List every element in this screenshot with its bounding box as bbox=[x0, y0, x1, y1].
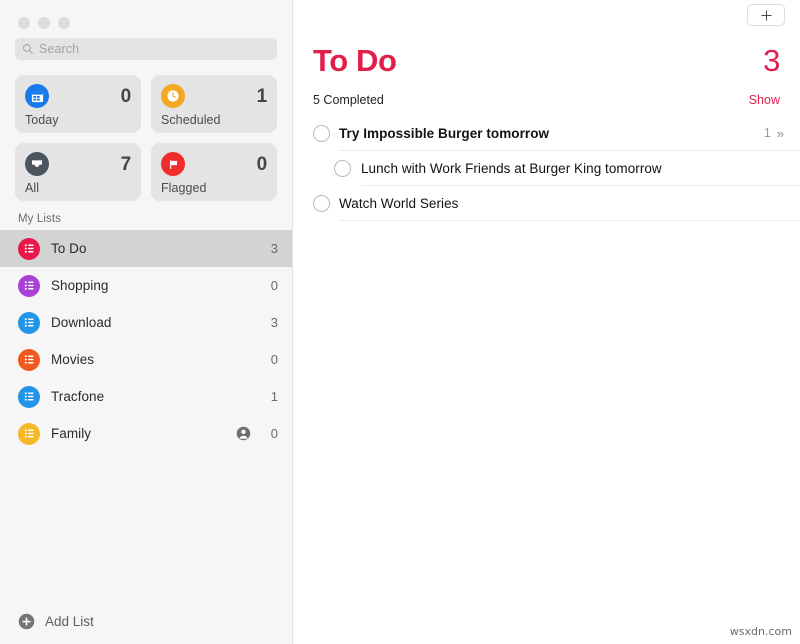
list-header: To Do 3 bbox=[293, 30, 800, 79]
search-icon bbox=[23, 44, 33, 54]
sidebar-list-download-label: Download bbox=[51, 315, 112, 330]
sidebar-list-movies[interactable]: Movies 0 bbox=[0, 341, 292, 378]
sidebar-list-download[interactable]: Download 3 bbox=[0, 304, 292, 341]
traffic-lights bbox=[0, 0, 292, 34]
my-lists: To Do 3 Shopping 0 Download 3 Movies 0 T… bbox=[0, 230, 292, 452]
task-body: Lunch with Work Friends at Burger King t… bbox=[361, 151, 800, 186]
list-bullet-icon bbox=[18, 237, 40, 260]
sidebar-list-family-count: 0 bbox=[270, 426, 278, 441]
smart-list-flagged[interactable]: 0 Flagged bbox=[151, 143, 277, 201]
smart-list-flagged-count: 0 bbox=[256, 153, 268, 175]
task-checkbox[interactable] bbox=[334, 160, 351, 177]
smart-list-scheduled-label: Scheduled bbox=[161, 113, 221, 127]
sidebar-list-tracfone[interactable]: Tracfone 1 bbox=[0, 378, 292, 415]
plus-icon bbox=[760, 9, 772, 21]
sidebar-list-movies-count: 0 bbox=[270, 352, 278, 367]
smart-list-flagged-top: 0 bbox=[161, 151, 267, 177]
completed-row: 5 Completed Show bbox=[293, 79, 800, 116]
list-bullet-icon bbox=[18, 274, 40, 297]
task-title: Try Impossible Burger tomorrow bbox=[339, 125, 550, 141]
task-body: Watch World Series bbox=[339, 186, 800, 221]
shared-person-icon bbox=[236, 426, 251, 441]
smart-list-scheduled-top: 1 bbox=[161, 83, 267, 109]
smart-list-flagged-label: Flagged bbox=[161, 181, 207, 195]
clock-icon bbox=[161, 84, 185, 108]
close-button[interactable] bbox=[18, 17, 30, 29]
sidebar-list-to-do-label: To Do bbox=[51, 241, 87, 256]
task-row[interactable]: Watch World Series bbox=[293, 186, 800, 221]
my-lists-header: My Lists bbox=[18, 213, 61, 225]
smart-list-today-label: Today bbox=[25, 113, 59, 127]
sidebar-list-tracfone-label: Tracfone bbox=[51, 389, 105, 404]
sidebar-list-shopping-label: Shopping bbox=[51, 278, 109, 293]
page-title: To Do bbox=[313, 43, 397, 78]
sidebar-list-to-do[interactable]: To Do 3 bbox=[0, 230, 292, 267]
add-list-button[interactable]: Add List bbox=[0, 598, 292, 644]
show-completed-link[interactable]: Show bbox=[749, 93, 780, 107]
smart-list-all-top: 7 bbox=[25, 151, 131, 177]
completed-count-label: 5 Completed bbox=[313, 93, 384, 107]
plus-circle-icon bbox=[18, 613, 35, 629]
calendar-icon bbox=[25, 84, 49, 108]
sidebar-list-movies-label: Movies bbox=[51, 352, 95, 367]
main-toolbar bbox=[293, 0, 800, 30]
list-bullet-icon bbox=[18, 311, 40, 334]
flag-icon bbox=[161, 152, 185, 176]
search-placeholder: Search bbox=[39, 42, 80, 56]
task-row[interactable]: Lunch with Work Friends at Burger King t… bbox=[293, 151, 800, 186]
search-input[interactable]: Search bbox=[15, 38, 277, 60]
list-bullet-icon bbox=[18, 348, 40, 371]
smart-list-all-label: All bbox=[25, 181, 40, 195]
task-body: Try Impossible Burger tomorrow 1 » bbox=[339, 116, 800, 151]
task-checkbox[interactable] bbox=[313, 125, 330, 142]
smart-list-today-count: 0 bbox=[120, 85, 132, 107]
list-bullet-icon bbox=[18, 385, 40, 408]
sidebar-list-tracfone-count: 1 bbox=[270, 389, 278, 404]
sidebar-list-family[interactable]: Family 0 bbox=[0, 415, 292, 452]
minimize-button[interactable] bbox=[38, 17, 50, 29]
sidebar-list-family-label: Family bbox=[51, 426, 92, 441]
sidebar-list-download-count: 3 bbox=[270, 315, 278, 330]
page-title-count: 3 bbox=[763, 43, 780, 78]
smart-list-today[interactable]: 0 Today bbox=[15, 75, 141, 133]
reminders-window: Search 0 Today 1 Scheduled 7 All 0 Flagg… bbox=[0, 0, 800, 644]
task-checkbox[interactable] bbox=[313, 195, 330, 212]
task-subtask-indicator[interactable]: 1 » bbox=[764, 126, 784, 140]
search-container: Search bbox=[0, 34, 292, 60]
task-list: Try Impossible Burger tomorrow 1 » Lunch… bbox=[293, 116, 800, 221]
task-row[interactable]: Try Impossible Burger tomorrow 1 » bbox=[293, 116, 800, 151]
smart-lists-grid: 0 Today 1 Scheduled 7 All 0 Flagged bbox=[0, 60, 292, 201]
sidebar-list-to-do-count: 3 bbox=[270, 241, 278, 256]
sidebar-list-shopping-count: 0 bbox=[270, 278, 278, 293]
watermark: wsxdn.com bbox=[729, 625, 792, 638]
smart-list-all-count: 7 bbox=[120, 153, 132, 175]
task-title: Lunch with Work Friends at Burger King t… bbox=[361, 160, 662, 176]
inbox-icon bbox=[25, 152, 49, 176]
smart-list-scheduled-count: 1 bbox=[256, 85, 268, 107]
list-bullet-icon bbox=[18, 422, 40, 445]
subtask-count: 1 bbox=[763, 126, 771, 140]
sidebar-list-shopping[interactable]: Shopping 0 bbox=[0, 267, 292, 304]
smart-list-scheduled[interactable]: 1 Scheduled bbox=[151, 75, 277, 133]
chevron-double-right-icon: » bbox=[776, 125, 784, 141]
sidebar: Search 0 Today 1 Scheduled 7 All 0 Flagg… bbox=[0, 0, 293, 644]
zoom-button[interactable] bbox=[58, 17, 70, 29]
smart-list-today-top: 0 bbox=[25, 83, 131, 109]
add-list-label: Add List bbox=[45, 613, 94, 629]
add-reminder-button[interactable] bbox=[747, 4, 785, 26]
task-title: Watch World Series bbox=[339, 195, 459, 211]
main-content: To Do 3 5 Completed Show Try Impossible … bbox=[293, 0, 800, 644]
smart-list-all[interactable]: 7 All bbox=[15, 143, 141, 201]
